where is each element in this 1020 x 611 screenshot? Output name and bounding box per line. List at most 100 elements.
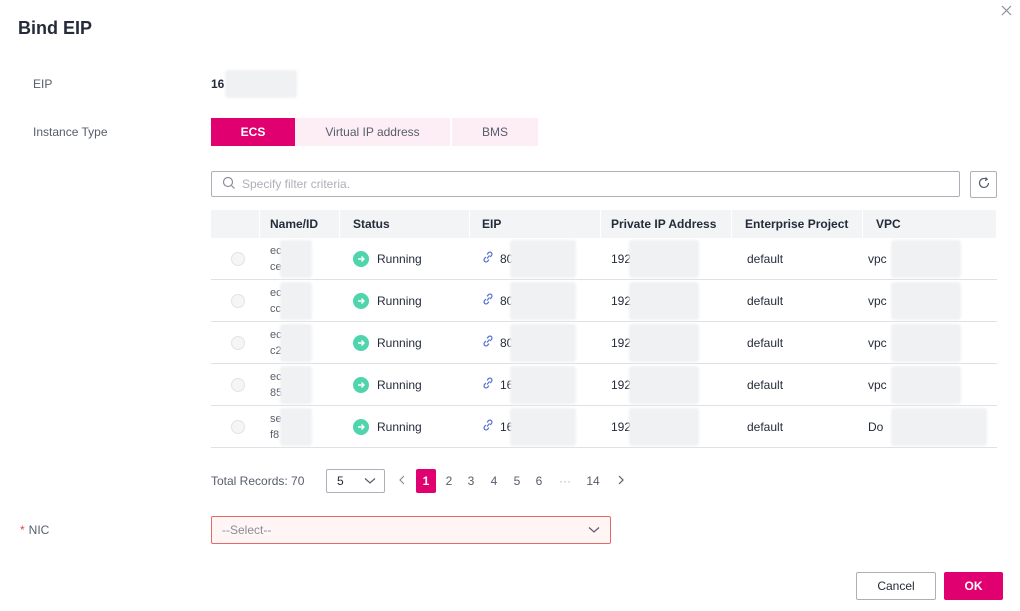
redacted-area — [510, 407, 576, 446]
page-4[interactable]: 4 — [487, 469, 501, 493]
instance-type-label: Instance Type — [33, 125, 108, 139]
row-select — [211, 238, 260, 280]
redacted-area — [280, 281, 312, 320]
nic-label-wrap: * NIC — [20, 523, 49, 537]
link-icon — [482, 376, 494, 393]
refresh-icon — [977, 176, 991, 193]
link-icon — [482, 334, 494, 351]
page-5[interactable]: 5 — [510, 469, 524, 493]
vpc-text[interactable]: vpc — [868, 336, 887, 350]
total-records: Total Records: 70 — [211, 474, 305, 488]
search-icon — [222, 176, 236, 193]
eip-cell: 16 — [470, 364, 601, 406]
page-3[interactable]: 3 — [464, 469, 478, 493]
enterprise-project-text: default — [747, 419, 784, 434]
instance-type-bms[interactable]: BMS — [452, 118, 538, 146]
row-radio[interactable] — [231, 419, 245, 434]
table-row[interactable]: ec ce Running 80 192 default vpc — [211, 238, 997, 280]
enterprise-project-text: default — [747, 335, 784, 350]
search-box — [211, 171, 960, 197]
next-page-button[interactable] — [614, 469, 628, 493]
table-row[interactable]: ec 85 Running 16 192 default vpc — [211, 364, 997, 406]
redacted-area — [510, 365, 576, 404]
header-eip: EIP — [470, 210, 601, 238]
refresh-button[interactable] — [970, 171, 997, 198]
status-text: Running — [377, 377, 422, 392]
redacted-area — [225, 70, 297, 98]
enterprise-project-cell: default — [732, 364, 863, 406]
private-ip-cell: 192 — [601, 280, 732, 322]
status-cell: Running — [340, 322, 470, 364]
vpc-text[interactable]: Do — [868, 420, 883, 434]
name-id-cell: se f8 — [260, 406, 340, 448]
page-6[interactable]: 6 — [532, 469, 546, 493]
ok-button[interactable]: OK — [944, 572, 1003, 600]
vpc-cell: vpc — [863, 322, 997, 364]
vpc-cell: vpc — [863, 364, 997, 406]
table-row[interactable]: ec c2 Running 80 192 default vpc — [211, 322, 997, 364]
nic-select[interactable]: --Select-- — [211, 516, 611, 544]
status-cell: Running — [340, 280, 470, 322]
name-id-cell: ec ce — [260, 238, 340, 280]
running-status-icon — [353, 250, 369, 267]
enterprise-project-cell: default — [732, 280, 863, 322]
redacted-area — [510, 239, 576, 278]
eip-cell: 80 — [470, 322, 601, 364]
status-cell: Running — [340, 364, 470, 406]
search-input[interactable] — [242, 177, 942, 191]
chevron-down-icon — [364, 474, 376, 488]
instance-type-segmented: ECS Virtual IP address BMS — [211, 118, 538, 146]
nic-label: NIC — [28, 523, 50, 537]
instance-type-virtual-ip[interactable]: Virtual IP address — [295, 118, 452, 146]
instance-type-ecs[interactable]: ECS — [211, 118, 295, 146]
status-text: Running — [377, 419, 422, 434]
cancel-button[interactable]: Cancel — [856, 572, 936, 600]
row-select — [211, 406, 260, 448]
page-14[interactable]: 14 — [584, 469, 602, 493]
vpc-text[interactable]: vpc — [868, 294, 887, 308]
redacted-area — [891, 407, 987, 446]
vpc-cell: Do — [863, 406, 997, 448]
instance-table: Name/ID Status EIP Private IP Address En… — [211, 210, 997, 448]
prev-page-button[interactable] — [395, 469, 409, 493]
eip-cell: 80 — [470, 280, 601, 322]
page-1[interactable]: 1 — [416, 469, 436, 493]
page-size-select[interactable]: 5 — [326, 469, 385, 493]
vpc-text[interactable]: vpc — [868, 252, 887, 266]
required-mark: * — [20, 523, 25, 537]
vpc-text[interactable]: vpc — [868, 378, 887, 392]
redacted-area — [510, 323, 576, 362]
status-cell: Running — [340, 406, 470, 448]
name-id-cell: ec cc — [260, 280, 340, 322]
enterprise-project-text: default — [747, 377, 784, 392]
running-status-icon — [353, 376, 369, 393]
chevron-down-icon — [588, 523, 600, 537]
eip-cell: 80 — [470, 238, 601, 280]
name-id-cell: ec 85 — [260, 364, 340, 406]
page-ellipsis[interactable]: ··· — [556, 469, 574, 493]
status-text: Running — [377, 251, 422, 266]
table-row[interactable]: se f8 Running 16 192 default Do — [211, 406, 997, 448]
status-text: Running — [377, 335, 422, 350]
row-radio[interactable] — [231, 293, 245, 308]
close-icon[interactable] — [998, 2, 1016, 20]
enterprise-project-text: default — [747, 251, 784, 266]
status-cell: Running — [340, 238, 470, 280]
redacted-area — [280, 407, 312, 446]
table-row[interactable]: ec cc Running 80 192 default vpc — [211, 280, 997, 322]
vpc-cell: vpc — [863, 238, 997, 280]
row-radio[interactable] — [231, 377, 245, 392]
running-status-icon — [353, 292, 369, 309]
row-radio[interactable] — [231, 335, 245, 350]
redacted-area — [891, 365, 961, 404]
header-select — [211, 210, 260, 238]
header-name-id: Name/ID — [260, 210, 340, 238]
eip-value: 16 — [211, 77, 225, 91]
row-radio[interactable] — [231, 251, 245, 266]
running-status-icon — [353, 334, 369, 351]
redacted-area — [280, 239, 312, 278]
redacted-area — [510, 281, 576, 320]
private-ip-cell: 192 — [601, 364, 732, 406]
page-2[interactable]: 2 — [442, 469, 456, 493]
vpc-cell: vpc — [863, 280, 997, 322]
